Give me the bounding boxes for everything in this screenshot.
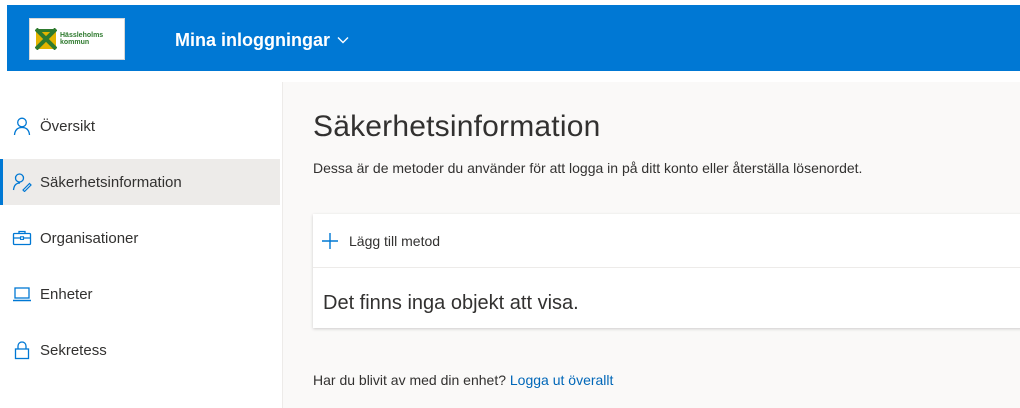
security-info-icon — [12, 173, 32, 192]
sidebar-item-label: Sekretess — [40, 341, 107, 359]
sign-out-everywhere-link[interactable]: Logga ut överallt — [510, 372, 614, 388]
sidebar: Översikt Säkerhetsinformation Organisati… — [0, 82, 283, 408]
lost-device-text: Har du blivit av med din enhet? — [313, 372, 506, 388]
sidebar-item-label: Enheter — [40, 285, 93, 303]
logo-text: Hässleholms kommun — [60, 32, 104, 46]
main-content: Säkerhetsinformation Dessa är de metoder… — [283, 82, 1020, 408]
person-icon — [13, 117, 31, 136]
sidebar-item-label: Översikt — [40, 117, 96, 135]
crest-icon — [35, 28, 57, 50]
header-band — [7, 5, 1020, 71]
lost-device-row: Har du blivit av med din enhet? Logga ut… — [313, 372, 613, 388]
laptop-icon — [13, 287, 31, 302]
page-description: Dessa är de metoder du använder för att … — [313, 160, 863, 176]
lock-icon — [14, 341, 30, 360]
sidebar-item-overview[interactable]: Översikt — [0, 103, 280, 149]
empty-state-text: Det finns inga objekt att visa. — [323, 292, 579, 314]
sidebar-item-organizations[interactable]: Organisationer — [0, 215, 280, 261]
organization-logo[interactable]: Hässleholms kommun — [29, 18, 125, 60]
app-title: Mina inloggningar — [175, 29, 330, 50]
sidebar-item-security-info[interactable]: Säkerhetsinformation — [0, 159, 280, 205]
methods-card: Lägg till metod Det finns inga objekt at… — [313, 214, 1020, 328]
sidebar-item-devices[interactable]: Enheter — [0, 271, 280, 317]
add-method-label: Lägg till metod — [349, 232, 441, 249]
chevron-down-icon — [337, 37, 349, 44]
top-bar: Hässleholms kommun Mina inloggningar — [0, 0, 1020, 82]
plus-icon — [322, 232, 338, 249]
app-title-dropdown[interactable]: Mina inloggningar — [175, 28, 349, 52]
sidebar-item-privacy[interactable]: Sekretess — [0, 327, 280, 373]
add-method-button[interactable]: Lägg till metod — [313, 214, 1020, 268]
briefcase-icon — [12, 230, 32, 246]
sidebar-item-label: Organisationer — [40, 229, 139, 247]
page-title: Säkerhetsinformation — [313, 110, 601, 143]
sidebar-item-label: Säkerhetsinformation — [40, 173, 182, 191]
